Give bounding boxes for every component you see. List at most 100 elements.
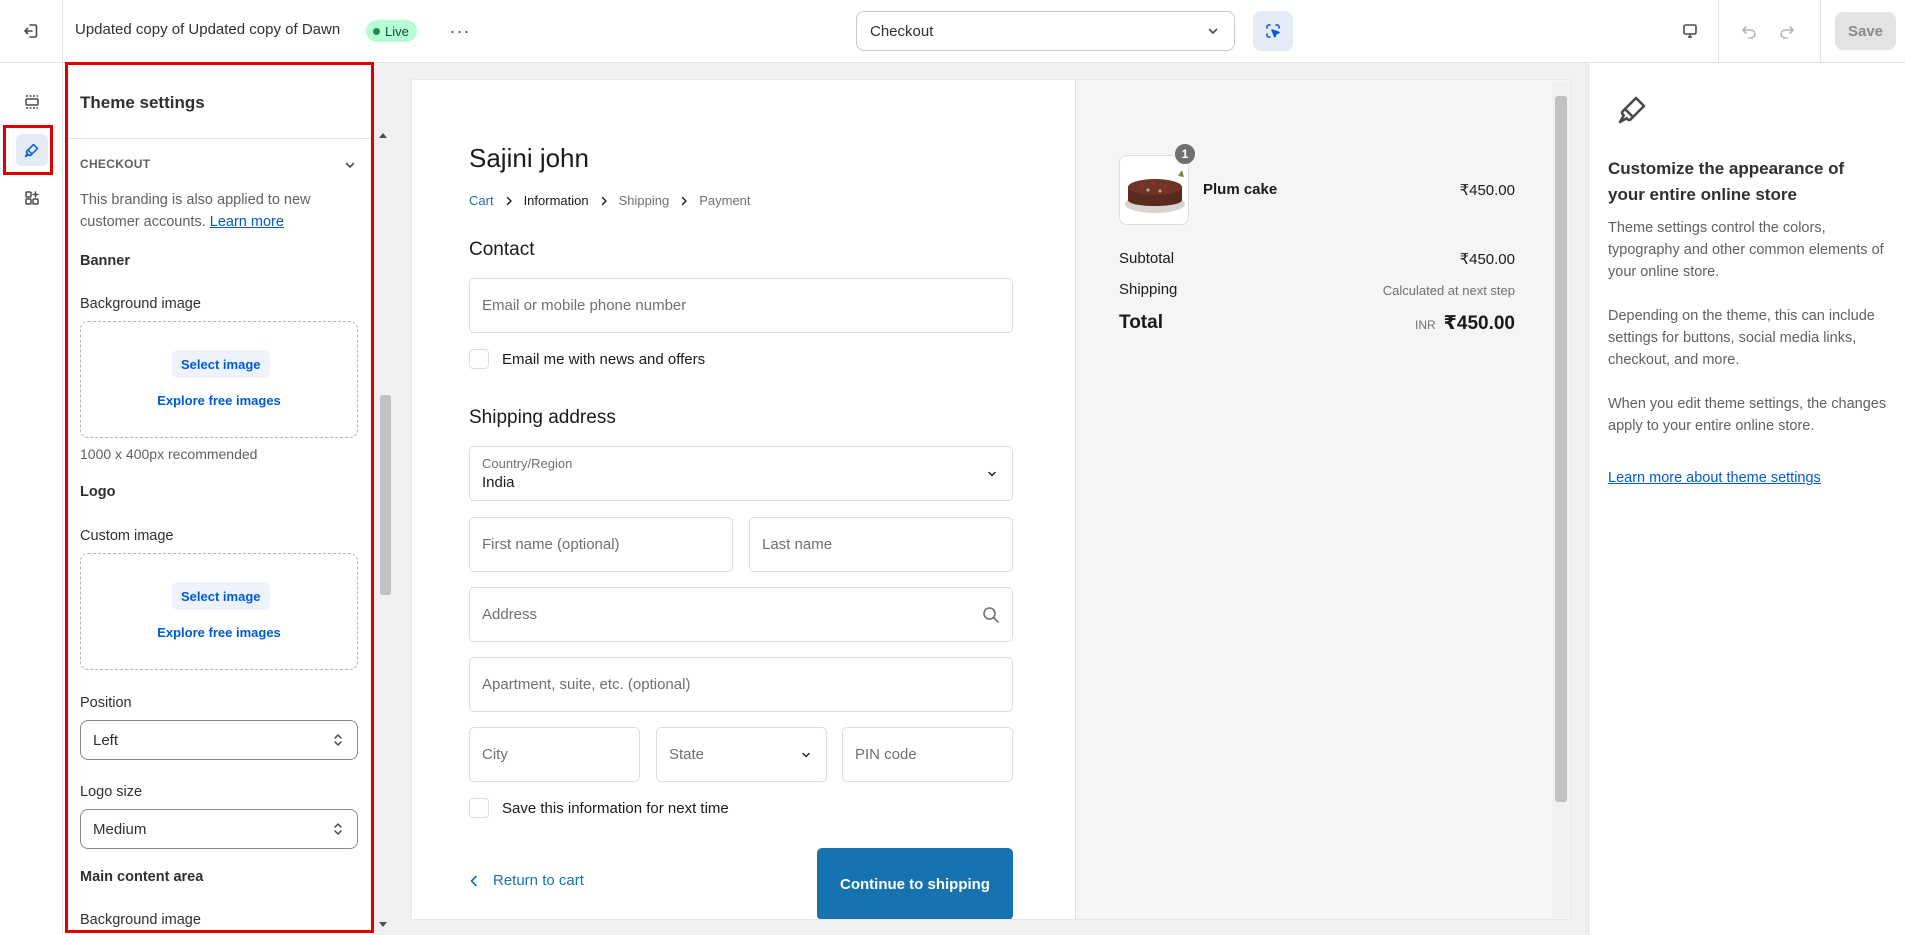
status-dot-icon	[373, 27, 380, 35]
logo-heading: Logo	[80, 484, 116, 500]
scroll-down-icon[interactable]	[379, 922, 387, 928]
state-select[interactable]: State	[656, 727, 827, 782]
exit-editor-button[interactable]	[0, 0, 63, 62]
toolbar-divider	[1718, 0, 1719, 62]
breadcrumb-cart[interactable]: Cart	[469, 193, 494, 208]
main-content-bg-label: Background image	[80, 912, 201, 928]
email-field[interactable]: Email or mobile phone number	[469, 278, 1013, 333]
inspector-toggle-button[interactable]	[1253, 11, 1293, 51]
live-badge-label: Live	[385, 23, 409, 39]
checkout-preview: Sajini john Cart Information Shipping Pa…	[411, 79, 1571, 920]
chevron-right-icon	[682, 196, 687, 205]
save-info-checkbox[interactable]	[469, 798, 489, 818]
banner-select-image-button[interactable]: Select image	[172, 350, 270, 378]
chevron-up-icon[interactable]	[343, 158, 357, 172]
info-paragraph-1: Theme settings control the colors, typog…	[1608, 220, 1884, 280]
rail-highlight-box	[3, 125, 53, 175]
chevron-down-icon	[802, 752, 810, 758]
apartment-field[interactable]: Apartment, suite, etc. (optional)	[469, 657, 1013, 712]
sidebar-item-app-embeds[interactable]	[16, 182, 48, 214]
state-placeholder: State	[669, 746, 705, 763]
shipping-address-heading: Shipping address	[469, 407, 616, 428]
logo-position-label: Position	[80, 695, 132, 711]
panel-divider	[63, 138, 372, 139]
select-updown-icon	[334, 734, 342, 746]
select-updown-icon	[334, 823, 342, 835]
order-summary: 1 Plum cake ₹450.00 Subtotal ₹450.00 Shi…	[1076, 80, 1570, 919]
scroll-up-icon[interactable]	[379, 132, 387, 138]
breadcrumb-payment: Payment	[699, 193, 751, 208]
country-select[interactable]: Country/Region India	[469, 446, 1013, 501]
country-label: Country/Region	[482, 456, 573, 471]
redo-icon	[1780, 26, 1794, 39]
logo-size-value: Medium	[93, 820, 147, 838]
theme-settings-panel: Theme settings CHECKOUT This branding is…	[63, 63, 373, 935]
breadcrumb-information: Information	[523, 193, 589, 208]
sidebar-rail	[0, 63, 63, 935]
subtotal-value: ₹450.00	[1459, 251, 1515, 268]
logo-size-select[interactable]: Medium	[80, 809, 358, 849]
undo-button[interactable]	[1734, 16, 1764, 46]
info-title: Customize the appearance of your entire …	[1608, 159, 1845, 204]
info-paragraph-3: When you edit theme settings, the change…	[1608, 396, 1887, 434]
news-checkbox-label: Email me with news and offers	[502, 351, 706, 368]
info-paragraph-2: Depending on the theme, this can include…	[1608, 308, 1875, 368]
exit-icon	[24, 24, 38, 38]
section-heading-checkout[interactable]: CHECKOUT	[80, 157, 150, 171]
city-field[interactable]: City	[469, 727, 640, 782]
chevron-right-icon	[601, 196, 607, 205]
logo-explore-images-link[interactable]: Explore free images	[81, 625, 357, 640]
page-selector-value: Checkout	[870, 22, 934, 40]
last-name-field[interactable]: Last name	[749, 517, 1013, 572]
preview-scrollbar-thumb[interactable]	[1555, 96, 1567, 802]
toolbar-divider	[1820, 0, 1821, 62]
return-to-cart-label: Return to cart	[493, 872, 584, 889]
banner-explore-images-link[interactable]: Explore free images	[81, 393, 357, 408]
sidebar-item-sections[interactable]	[16, 86, 48, 118]
save-button[interactable]: Save	[1835, 12, 1896, 50]
desktop-icon	[1683, 24, 1697, 38]
continue-to-shipping-button[interactable]: Continue to shipping	[817, 848, 1013, 919]
return-to-cart-link[interactable]: Return to cart	[469, 872, 584, 889]
shipping-label: Shipping	[1119, 281, 1178, 298]
subtotal-label: Subtotal	[1119, 250, 1175, 267]
chevron-right-icon	[506, 196, 512, 205]
checkout-help-text: This branding is also applied to new cus…	[80, 189, 350, 233]
panel-title: Theme settings	[80, 93, 205, 112]
theme-name: Updated copy of Updated copy of Dawn	[75, 21, 341, 38]
pin-code-field[interactable]: PIN code	[842, 727, 1013, 782]
chevron-left-icon	[470, 875, 477, 886]
banner-bg-label: Background image	[80, 296, 201, 312]
country-value: India	[482, 474, 515, 491]
page-selector[interactable]: Checkout	[856, 11, 1235, 51]
product-thumbnail	[1119, 155, 1189, 225]
logo-custom-label: Custom image	[80, 528, 174, 544]
shipping-row: Shipping Calculated at next step	[1119, 281, 1515, 298]
quantity-badge: 1	[1173, 142, 1197, 166]
total-amount: INR ₹450.00	[1415, 312, 1515, 335]
learn-more-theme-settings-link[interactable]: Learn more about theme settings	[1608, 470, 1821, 486]
logo-select-image-button[interactable]: Select image	[172, 582, 270, 610]
chevron-down-icon	[988, 471, 996, 477]
search-icon	[983, 607, 999, 623]
total-label: Total	[1119, 312, 1163, 333]
select-cursor-icon	[1266, 24, 1280, 38]
news-checkbox[interactable]	[469, 349, 489, 369]
logo-position-select[interactable]: Left	[80, 720, 358, 760]
settings-scrollbar-thumb[interactable]	[380, 395, 391, 595]
more-horizontal-icon: ···	[449, 20, 471, 41]
product-price: ₹450.00	[1459, 182, 1515, 199]
logo-image-dropzone[interactable]: Select image Explore free images	[80, 553, 358, 670]
banner-image-dropzone[interactable]: Select image Explore free images	[80, 321, 358, 438]
first-name-field[interactable]: First name (optional)	[469, 517, 733, 572]
breadcrumb: Cart Information Shipping Payment	[469, 193, 751, 208]
more-actions-button[interactable]: ···	[447, 16, 473, 46]
learn-more-link[interactable]: Learn more	[210, 214, 284, 230]
address-field[interactable]: Address	[469, 587, 1013, 642]
breadcrumb-shipping: Shipping	[618, 193, 670, 208]
live-status-badge: Live	[366, 20, 417, 42]
device-preview-button[interactable]	[1675, 16, 1705, 46]
top-bar: Updated copy of Updated copy of Dawn Liv…	[0, 0, 1905, 63]
banner-recommendation: 1000 x 400px recommended	[80, 446, 258, 462]
redo-button[interactable]	[1772, 16, 1802, 46]
